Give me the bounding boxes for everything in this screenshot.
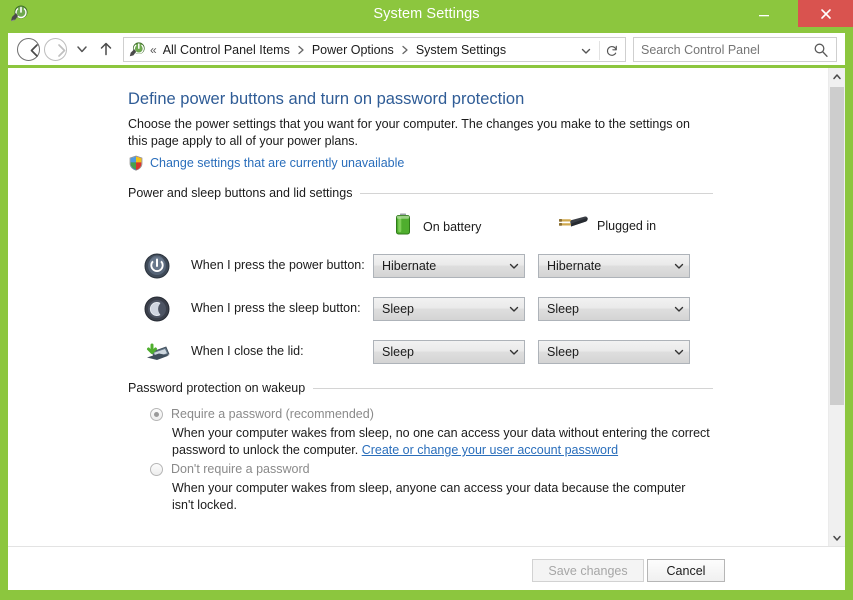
close-icon xyxy=(820,8,831,19)
create-change-password-link[interactable]: Create or change your user account passw… xyxy=(362,443,618,457)
breadcrumb-item-power-options[interactable]: Power Options xyxy=(311,41,395,59)
column-header-on-battery: On battery xyxy=(391,211,481,242)
option-dont-require-password: Don't require a password When your compu… xyxy=(150,460,710,514)
arrow-right-icon xyxy=(58,44,66,57)
breadcrumb-separator-icon[interactable] xyxy=(297,45,305,55)
refresh-icon xyxy=(606,45,617,56)
breadcrumb-item-system-settings[interactable]: System Settings xyxy=(415,41,507,59)
password-group-title: Password protection on wakeup xyxy=(128,381,306,395)
radio-require-password[interactable] xyxy=(150,407,163,421)
option-require-password: Require a password (recommended) When yo… xyxy=(150,405,710,459)
combo-value: Sleep xyxy=(382,302,414,316)
combo-close-lid-on-battery[interactable]: Sleep xyxy=(373,340,525,364)
option-label-dont-require-password: Don't require a password xyxy=(171,462,310,476)
change-settings-link[interactable]: Change settings that are currently unava… xyxy=(150,156,404,170)
up-button[interactable] xyxy=(96,39,116,59)
column-label-plugged-in: Plugged in xyxy=(597,218,657,233)
title-bar: System Settings xyxy=(0,0,853,28)
close-button[interactable] xyxy=(798,0,853,27)
radio-dont-require-password[interactable] xyxy=(150,462,163,476)
settings-page: Define power buttons and turn on passwor… xyxy=(8,68,828,546)
option-description-dont-require-password: When your computer wakes from sleep, any… xyxy=(172,481,686,512)
sleep-moon-icon xyxy=(143,295,171,323)
password-group-header: Password protection on wakeup xyxy=(128,381,713,395)
shield-icon xyxy=(128,155,144,171)
option-require-password-row[interactable]: Require a password (recommended) xyxy=(150,405,710,423)
setting-row-close-lid: When I close the lid: Sleep Sleep xyxy=(143,335,703,369)
option-label-require-password: Require a password (recommended) xyxy=(171,407,374,421)
battery-icon xyxy=(391,211,415,242)
scroll-down-button[interactable] xyxy=(829,529,845,546)
page-title: Define power buttons and turn on passwor… xyxy=(128,90,525,108)
vertical-scrollbar[interactable] xyxy=(828,68,845,546)
combo-value: Hibernate xyxy=(547,259,602,273)
minimize-button[interactable] xyxy=(744,0,784,27)
breadcrumb[interactable]: « All Control Panel Items Power Options … xyxy=(123,37,626,62)
breadcrumb-dropdown-button[interactable] xyxy=(577,42,595,59)
chevron-up-icon xyxy=(833,73,841,79)
minimize-icon xyxy=(759,14,769,16)
power-button-icon xyxy=(143,252,171,280)
combo-power-button-plugged-in[interactable]: Hibernate xyxy=(538,254,690,278)
scroll-thumb[interactable] xyxy=(830,87,844,405)
navigation-bar: « All Control Panel Items Power Options … xyxy=(8,33,845,65)
system-settings-window: System Settings « All Control Panel Item… xyxy=(0,0,853,600)
chevron-down-icon xyxy=(77,46,87,53)
arrow-up-icon xyxy=(100,42,112,56)
content-pane: Define power buttons and turn on passwor… xyxy=(8,68,845,546)
column-header-plugged-in: Plugged in xyxy=(557,211,656,240)
setting-row-power-button: When I press the power button: Hibernate… xyxy=(143,249,703,283)
combo-value: Hibernate xyxy=(382,259,437,273)
chevron-down-icon[interactable] xyxy=(504,298,524,320)
combo-close-lid-plugged-in[interactable]: Sleep xyxy=(538,340,690,364)
search-icon[interactable] xyxy=(812,41,830,59)
arrow-left-icon xyxy=(30,44,38,57)
breadcrumb-overflow-chevrons[interactable]: « xyxy=(150,43,157,57)
power-group-title: Power and sleep buttons and lid settings xyxy=(128,186,353,200)
group-divider xyxy=(313,387,713,389)
chevron-down-icon xyxy=(581,48,591,54)
chevron-down-icon[interactable] xyxy=(504,341,524,363)
setting-label-power-button: When I press the power button: xyxy=(191,258,365,272)
option-description-require-password: When your computer wakes from sleep, no … xyxy=(172,425,710,459)
combo-power-button-on-battery[interactable]: Hibernate xyxy=(373,254,525,278)
breadcrumb-item-all-control-panel-items[interactable]: All Control Panel Items xyxy=(162,41,291,59)
cancel-button[interactable]: Cancel xyxy=(647,559,725,582)
combo-value: Sleep xyxy=(547,302,579,316)
search-input[interactable] xyxy=(641,42,806,57)
chevron-down-icon xyxy=(833,535,841,541)
combo-sleep-button-plugged-in[interactable]: Sleep xyxy=(538,297,690,321)
back-button[interactable] xyxy=(17,38,40,61)
option-dont-require-password-row[interactable]: Don't require a password xyxy=(150,460,710,478)
setting-row-sleep-button: When I press the sleep button: Sleep Sle… xyxy=(143,292,703,326)
uac-link-row[interactable]: Change settings that are currently unava… xyxy=(128,155,404,171)
chevron-down-icon[interactable] xyxy=(504,255,524,277)
window-title: System Settings xyxy=(373,6,480,22)
page-description: Choose the power settings that you want … xyxy=(128,117,690,148)
power-options-icon xyxy=(128,41,146,59)
refresh-button[interactable] xyxy=(599,41,623,60)
chevron-down-icon[interactable] xyxy=(669,298,689,320)
search-box[interactable] xyxy=(633,37,837,62)
combo-value: Sleep xyxy=(547,345,579,359)
column-label-on-battery: On battery xyxy=(423,219,482,234)
power-plug-icon xyxy=(557,211,589,240)
footer-bar: Save changes Cancel xyxy=(8,546,845,590)
setting-label-close-lid: When I close the lid: xyxy=(191,344,304,358)
group-divider xyxy=(360,192,713,194)
save-changes-button[interactable]: Save changes xyxy=(532,559,644,582)
forward-button[interactable] xyxy=(44,38,67,61)
laptop-lid-icon xyxy=(143,338,171,366)
recent-locations-button[interactable] xyxy=(74,41,90,57)
setting-label-sleep-button: When I press the sleep button: xyxy=(191,301,361,315)
breadcrumb-separator-icon[interactable] xyxy=(401,45,409,55)
combo-sleep-button-on-battery[interactable]: Sleep xyxy=(373,297,525,321)
scroll-up-button[interactable] xyxy=(829,68,845,85)
chevron-down-icon[interactable] xyxy=(669,255,689,277)
power-group-header: Power and sleep buttons and lid settings xyxy=(128,186,713,200)
chevron-down-icon[interactable] xyxy=(669,341,689,363)
combo-value: Sleep xyxy=(382,345,414,359)
